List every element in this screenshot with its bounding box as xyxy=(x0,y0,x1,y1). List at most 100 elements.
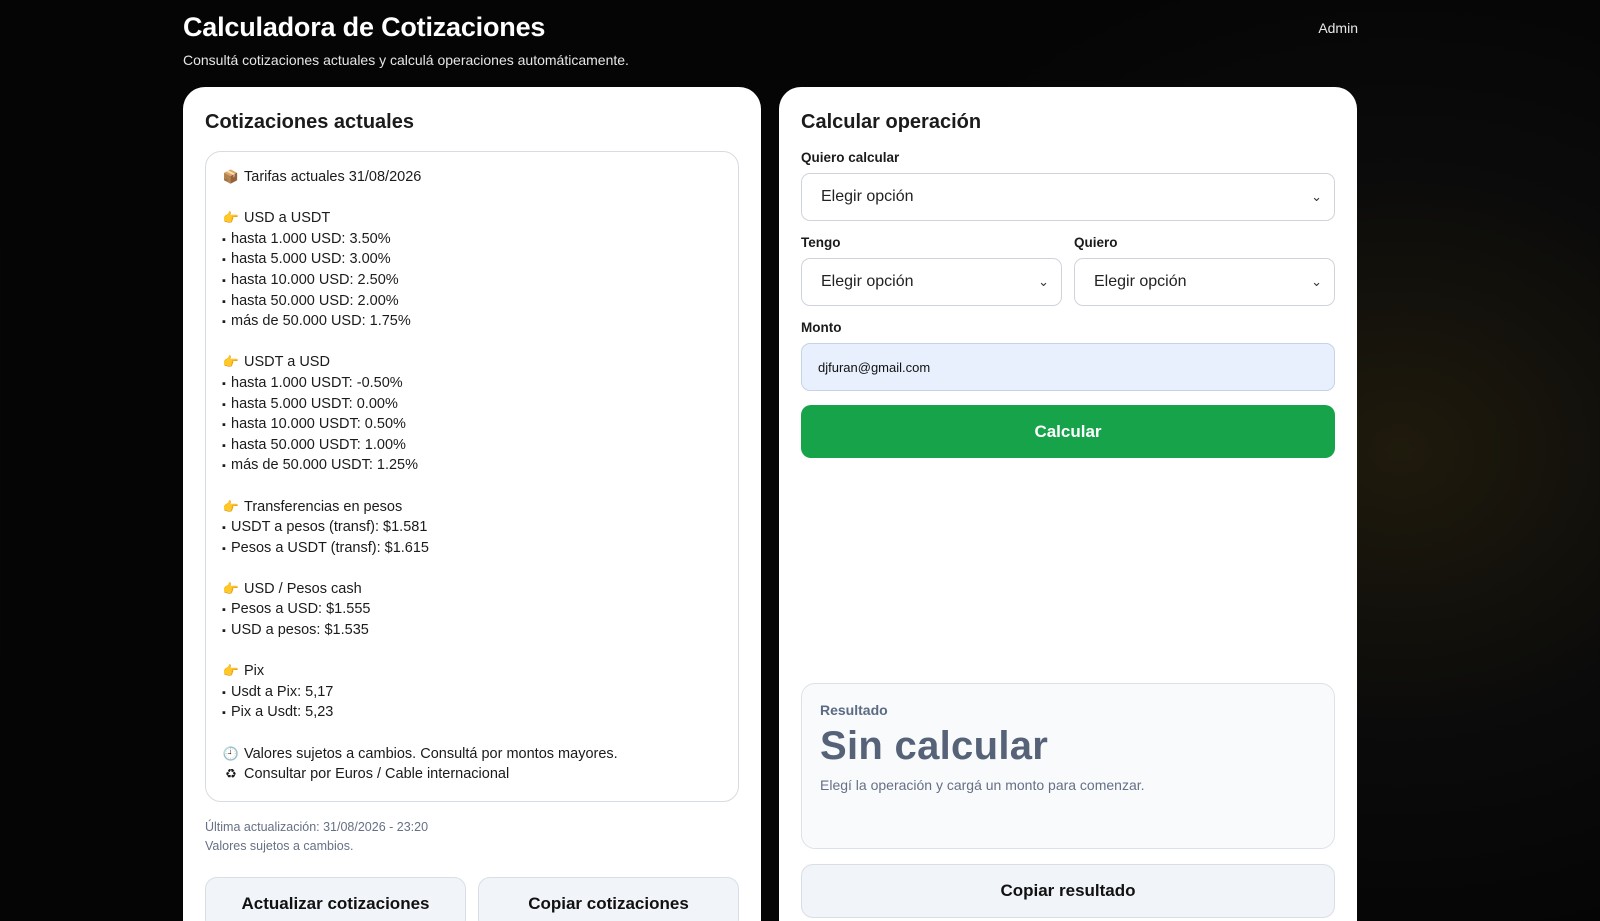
rate-item: ▪ hasta 1.000 USDT: -0.50% xyxy=(222,373,722,394)
rate-item: ▪ Pix a Usdt: 5,23 xyxy=(222,702,722,723)
rate-text: más de 50.000 USDT: 1.25% xyxy=(231,457,418,474)
bullet-icon: ▪ xyxy=(222,295,226,308)
rate-heading: 👉 USDT a USD xyxy=(222,352,722,373)
rates-list: 📦 Tarifas actuales 31/08/2026 👉 USD a USDT ▪… xyxy=(205,151,739,802)
rate-heading: 📦 Tarifas actuales 31/08/2026 xyxy=(222,167,722,188)
rate-text: más de 50.000 USD: 1.75% xyxy=(231,313,411,330)
copy-result-button[interactable]: Copiar resultado xyxy=(801,864,1335,918)
bullet-icon: ▪ xyxy=(222,274,226,287)
bullet-icon: ▪ xyxy=(222,419,226,432)
rate-text: Pix a Usdt: 5,23 xyxy=(231,704,334,721)
calculator-card: Calcular operación Quiero calcular Elegi… xyxy=(779,87,1357,921)
rate-text: hasta 10.000 USD: 2.50% xyxy=(231,271,399,288)
bullet-icon: ▪ xyxy=(222,316,226,329)
rates-actions: Actualizar cotizaciones Copiar cotizacio… xyxy=(205,877,739,921)
rate-text: Transferencias en pesos xyxy=(244,498,403,515)
want-field: Quiero Elegir opción ⌄ xyxy=(1074,221,1335,306)
currency-row: Tengo Elegir opción ⌄ Quiero Elegir opci… xyxy=(801,221,1335,306)
want-calc-select[interactable]: Elegir opción ⌄ xyxy=(801,173,1335,221)
rate-text: USDT a USD xyxy=(244,354,330,371)
pointing-hand-icon: 👉 xyxy=(222,580,240,596)
rate-heading: 👉 Transferencias en pesos xyxy=(222,497,722,518)
bullet-icon: ▪ xyxy=(222,439,226,452)
package-icon: 📦 xyxy=(222,169,240,184)
have-field: Tengo Elegir opción ⌄ xyxy=(801,221,1062,306)
result-value: Sin calcular xyxy=(820,724,1049,768)
rate-item: ▪ hasta 50.000 USD: 2.00% xyxy=(222,291,722,312)
rate-item: ▪ hasta 10.000 USDT: 0.50% xyxy=(222,414,722,435)
rate-text: Pix xyxy=(244,663,265,680)
rate-item: ▪ hasta 5.000 USDT: 0.00% xyxy=(222,394,722,415)
pointing-hand-icon: 👉 xyxy=(222,210,240,226)
bullet-icon: ▪ xyxy=(222,542,226,555)
rate-text: hasta 50.000 USD: 2.00% xyxy=(231,292,399,309)
rate-item: ▪ más de 50.000 USDT: 1.25% xyxy=(222,455,722,476)
chevron-down-icon: ⌄ xyxy=(1311,189,1322,204)
bullet-icon: ▪ xyxy=(222,707,226,720)
rate-text: hasta 1.000 USDT: -0.50% xyxy=(231,374,403,391)
rate-text: Tarifas actuales 31/08/2026 xyxy=(244,169,422,185)
want-value: Elegir opción xyxy=(1094,273,1187,290)
rate-item: ▪ Pesos a USDT (transf): $1.615 xyxy=(222,538,722,559)
rate-text: USD a USDT xyxy=(244,210,331,227)
rate-item: ▪ hasta 10.000 USD: 2.50% xyxy=(222,270,722,291)
rate-text: hasta 50.000 USDT: 1.00% xyxy=(231,436,406,453)
bullet-icon: ▪ xyxy=(222,604,226,617)
rates-meta: Última actualización: 31/08/2026 - 23:20… xyxy=(205,818,739,856)
rates-card: Cotizaciones actuales 📦 Tarifas actuales … xyxy=(183,87,761,921)
page-title: Calculadora de Cotizaciones xyxy=(183,12,546,42)
bullet-icon: ▪ xyxy=(222,625,226,638)
amount-input[interactable]: djfuran@gmail.com xyxy=(801,343,1335,391)
copy-rates-button[interactable]: Copiar cotizaciones xyxy=(478,877,739,921)
bullet-icon: ▪ xyxy=(222,254,226,267)
page-subtitle: Consultá cotizaciones actuales y calculá… xyxy=(183,52,629,68)
recycle-icon: ♻ xyxy=(225,766,237,782)
rate-item: ▪ USD a pesos: $1.535 xyxy=(222,620,722,641)
bullet-icon: ▪ xyxy=(222,522,226,535)
rate-text: Usdt a Pix: 5,17 xyxy=(231,683,334,700)
rate-text: USDT a pesos (transf): $1.581 xyxy=(231,519,428,536)
bullet-icon: ▪ xyxy=(222,686,226,699)
clock-icon: 🕘 xyxy=(222,745,240,761)
page-header: Calculadora de Cotizaciones Consultá cot… xyxy=(183,12,1358,68)
bullet-icon: ▪ xyxy=(222,460,226,473)
rate-item: ▪ hasta 50.000 USDT: 1.00% xyxy=(222,435,722,456)
have-select[interactable]: Elegir opción ⌄ xyxy=(801,258,1062,306)
rate-text: USD / Pesos cash xyxy=(244,580,362,597)
disclaimer-text: Valores sujetos a cambios. xyxy=(205,839,354,853)
rate-text: hasta 10.000 USDT: 0.50% xyxy=(231,416,406,433)
want-calc-value: Elegir opción xyxy=(821,188,914,205)
bullet-icon: ▪ xyxy=(222,398,226,411)
pointing-hand-icon: 👉 xyxy=(222,354,240,370)
rate-item: ▪ más de 50.000 USD: 1.75% xyxy=(222,311,722,332)
admin-link[interactable]: Admin xyxy=(1318,20,1358,36)
rate-item: ▪ hasta 1.000 USD: 3.50% xyxy=(222,229,722,250)
rate-item: ▪ Usdt a Pix: 5,17 xyxy=(222,682,722,703)
rate-heading: 👉 USD / Pesos cash xyxy=(222,579,722,600)
want-select[interactable]: Elegir opción ⌄ xyxy=(1074,258,1335,306)
rate-text: Consultar por Euros / Cable internaciona… xyxy=(244,766,510,783)
have-value: Elegir opción xyxy=(821,273,914,290)
bullet-icon: ▪ xyxy=(222,377,226,390)
pointing-hand-icon: 👉 xyxy=(222,498,240,514)
chevron-down-icon: ⌄ xyxy=(1311,274,1322,289)
rate-text: hasta 5.000 USDT: 0.00% xyxy=(231,395,398,412)
rate-text: hasta 1.000 USD: 3.50% xyxy=(231,230,391,247)
rate-heading: 👉 Pix xyxy=(222,661,722,682)
rate-text: USD a pesos: $1.535 xyxy=(231,622,369,639)
last-update-text: Última actualización: 31/08/2026 - 23:20 xyxy=(205,820,429,834)
want-label: Quiero xyxy=(1074,235,1118,250)
rates-card-title: Cotizaciones actuales xyxy=(205,111,414,133)
calculator-card-title: Calcular operación xyxy=(801,111,982,133)
rate-item: ▪ hasta 5.000 USD: 3.00% xyxy=(222,249,722,270)
rate-text: Pesos a USDT (transf): $1.615 xyxy=(231,539,429,556)
calculate-button[interactable]: Calcular xyxy=(801,405,1335,458)
rate-heading: 👉 USD a USDT xyxy=(222,208,722,229)
chevron-down-icon: ⌄ xyxy=(1038,274,1049,289)
result-label: Resultado xyxy=(820,702,888,718)
rate-heading: 🕘 Valores sujetos a cambios. Consultá por… xyxy=(222,744,722,765)
refresh-rates-button[interactable]: Actualizar cotizaciones xyxy=(205,877,466,921)
rate-item: ▪ USDT a pesos (transf): $1.581 xyxy=(222,517,722,538)
want-calc-label: Quiero calcular xyxy=(801,150,900,165)
rate-text: hasta 5.000 USD: 3.00% xyxy=(231,251,391,268)
